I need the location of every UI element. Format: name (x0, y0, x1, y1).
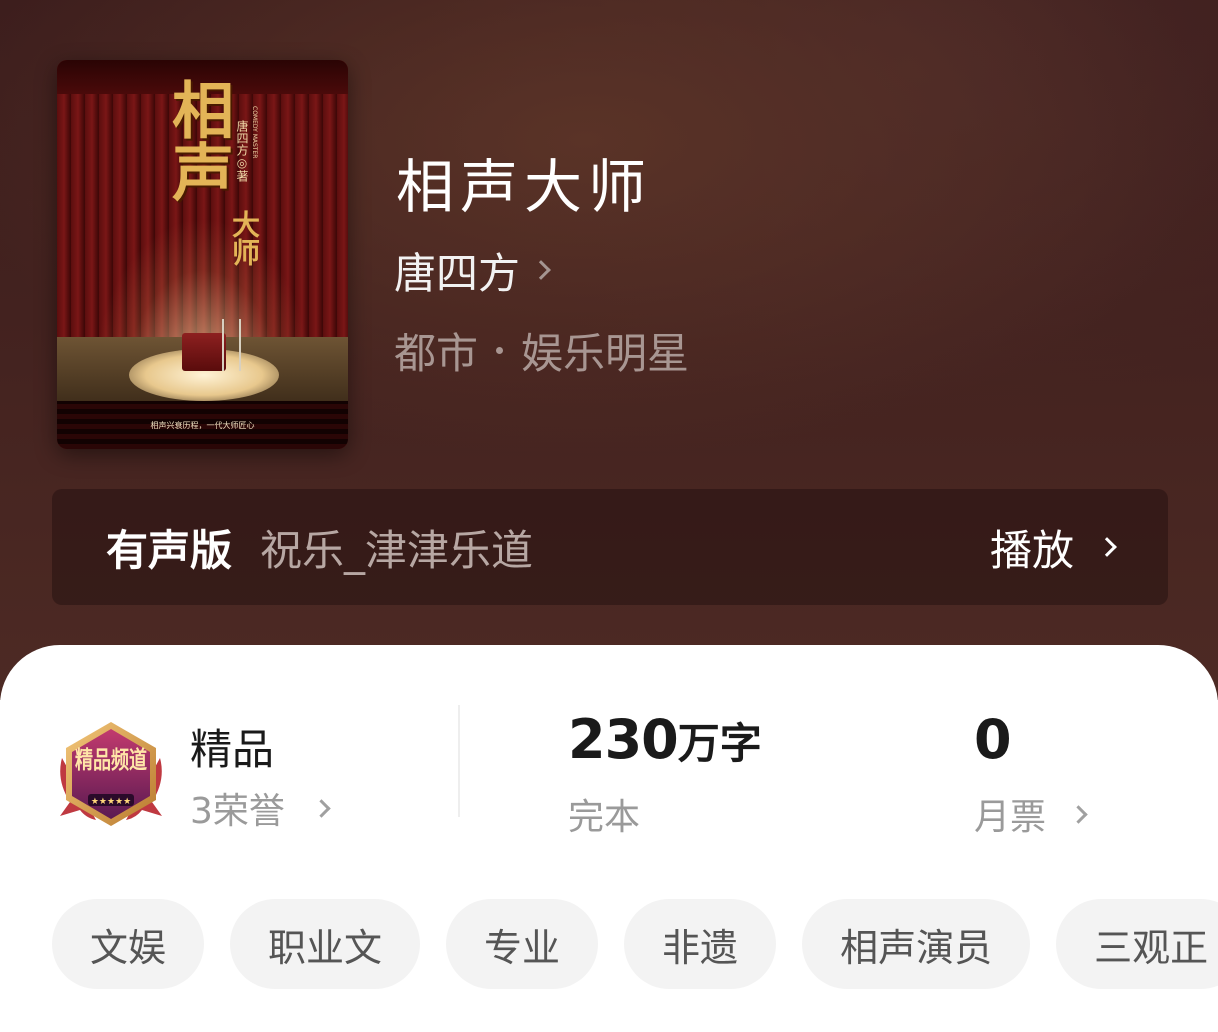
tag-chip[interactable]: 文娱 (52, 899, 205, 989)
word-count-number: 230 (568, 708, 679, 771)
completion-status: 完本 (568, 797, 641, 838)
cover-tagline: 相声兴衰历程，一代大师匠心 (150, 421, 255, 430)
audio-version-bar[interactable]: 有声版 祝乐_津津乐道 播放 (52, 489, 1168, 605)
book-genre: 都市 娱乐明星 (394, 320, 689, 381)
stats-divider (458, 705, 460, 817)
separator-dot (496, 347, 504, 354)
cover-microphone (239, 319, 241, 371)
play-label: 播放 (989, 525, 1074, 575)
honors-link[interactable]: 3荣誉 (190, 782, 331, 834)
play-button[interactable]: 播放 (989, 517, 1117, 578)
genre-category[interactable]: 都市 (394, 320, 478, 381)
tag-chip[interactable]: 非遗 (624, 899, 777, 989)
quality-channel-badge-icon[interactable]: 精品频道 ★★★★★ (56, 718, 166, 830)
audio-narrator: 祝乐_津津乐道 (260, 525, 534, 575)
tag-list: 文娱 职业文 专业 非遗 相声演员 三观正 (52, 899, 1218, 991)
cover-table (182, 333, 226, 371)
monthly-votes-label: 月票 (974, 797, 1047, 838)
audio-version-label: 有声版 (106, 525, 233, 575)
monthly-votes-count: 0 (974, 708, 1012, 771)
chevron-right-icon (1069, 804, 1088, 824)
cover-subtitle: 大师 (228, 210, 261, 266)
book-cover[interactable]: 相声 大师 唐四方◎著 COMEDY MASTER 相声兴衰历程，一代大师匠心 (57, 60, 348, 449)
chevron-right-icon (312, 798, 331, 818)
word-count: 230 万字 (568, 708, 762, 771)
chevron-right-icon (1097, 537, 1117, 557)
genre-subcategory[interactable]: 娱乐明星 (521, 320, 689, 381)
tag-chip[interactable]: 相声演员 (802, 899, 1031, 989)
svg-text:精品频道: 精品频道 (75, 745, 147, 774)
author-name: 唐四方 (394, 248, 521, 298)
tag-chip[interactable]: 三观正 (1056, 899, 1218, 989)
monthly-votes-link[interactable]: 月票 (974, 788, 1088, 840)
word-count-unit: 万字 (677, 719, 762, 768)
cover-author-line: 唐四方◎著 (235, 120, 249, 182)
cover-title: 相声 (161, 78, 234, 202)
book-title: 相声大师 (396, 153, 653, 221)
chevron-right-icon (531, 260, 551, 280)
tag-chip[interactable]: 专业 (446, 899, 599, 989)
svg-text:★★★★★: ★★★★★ (91, 797, 131, 807)
tag-chip[interactable]: 职业文 (230, 899, 421, 989)
cover-microphone (222, 319, 224, 371)
cover-english-title: COMEDY MASTER (251, 106, 258, 159)
honors-count: 3荣誉 (190, 791, 285, 832)
quality-label: 精品 (190, 725, 275, 774)
author-link[interactable]: 唐四方 (394, 242, 551, 298)
